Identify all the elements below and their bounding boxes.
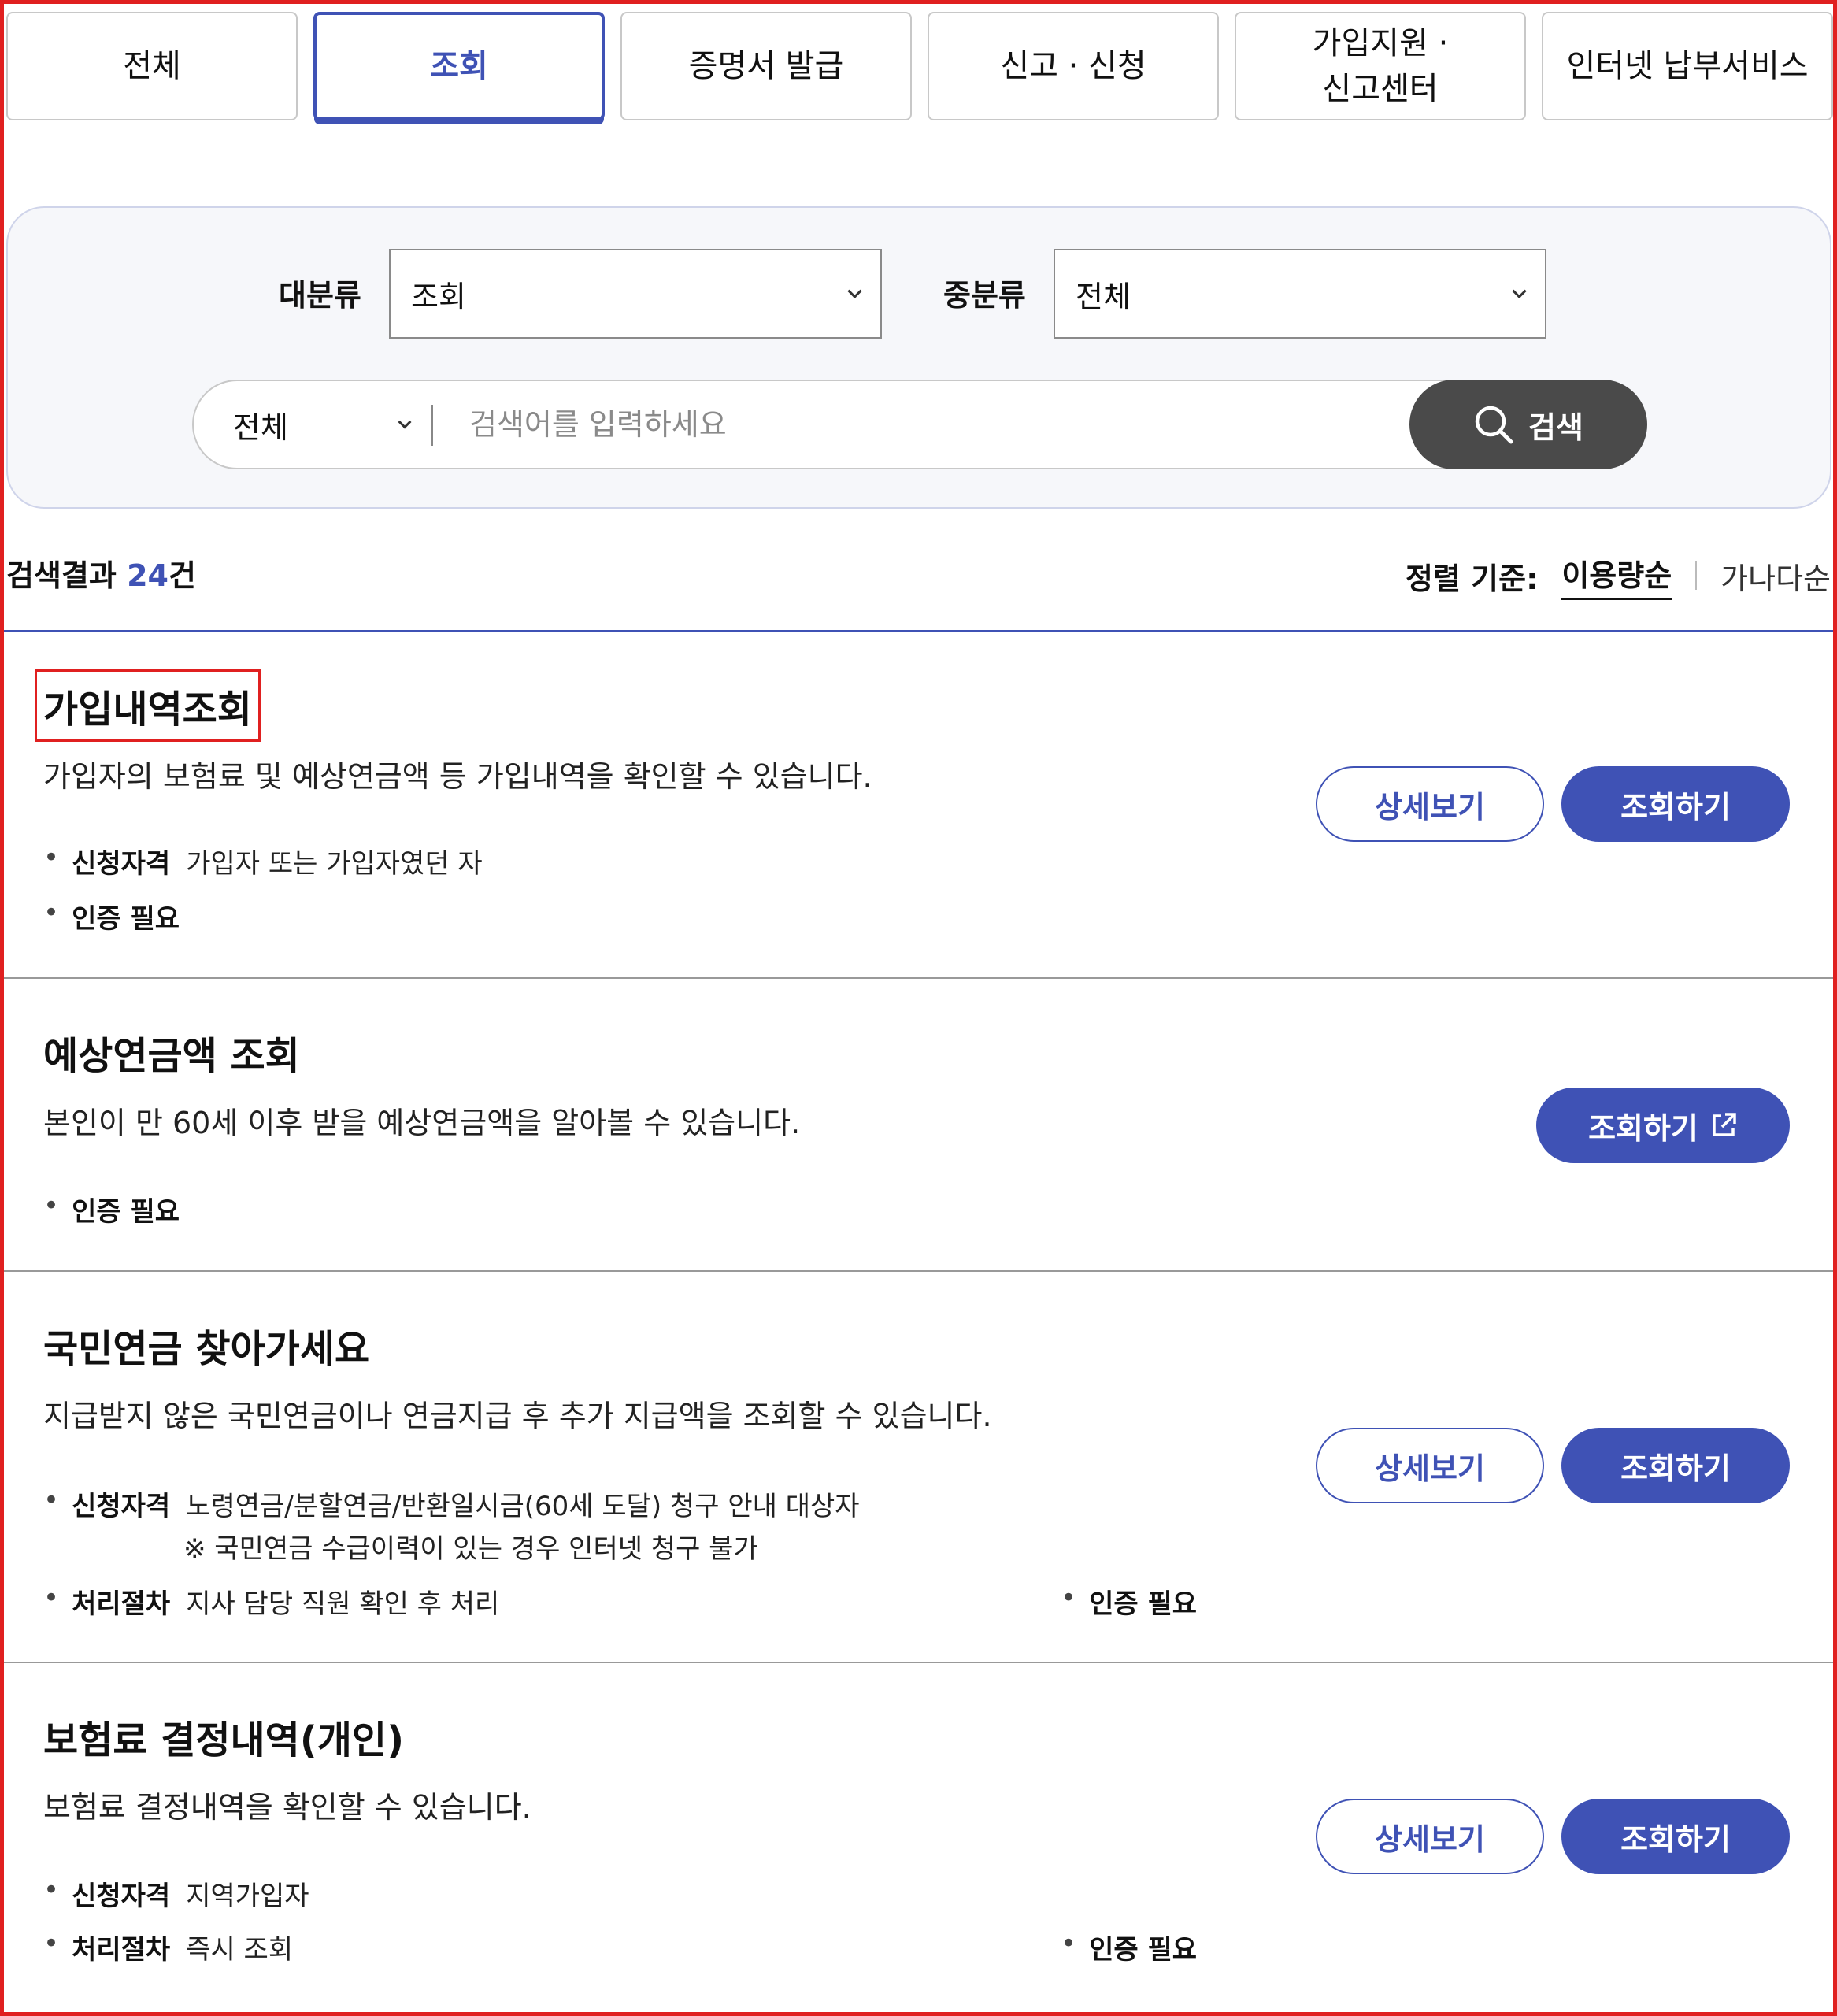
eligibility-value: 가입자 또는 가입자였던 자 (186, 848, 483, 880)
chevron-down-icon (398, 415, 412, 429)
major-category-label: 대분류 (279, 278, 361, 313)
sort-by-name[interactable]: 가나다순 (1720, 554, 1831, 598)
item-title: 국민연금 찾아가세요 (43, 1327, 370, 1371)
search-scope-value: 전체 (233, 410, 288, 445)
minor-category-value: 전체 (1076, 279, 1131, 314)
major-category-select[interactable]: 조회 (389, 249, 882, 339)
item-title: 보험료 결정내역(개인) (43, 1718, 405, 1762)
tab-report-apply[interactable]: 신고 · 신청 (928, 12, 1219, 120)
item-eligibility: 신청자격 가입자 또는 가입자였던 자 (43, 842, 483, 880)
category-tabs: 전체 조회 증명서 발급 신고 · 신청 가입지원 · 신고센터 인터넷 납부서… (6, 12, 1833, 120)
filter-panel: 대분류 조회 중분류 전체 전체 검색 (6, 206, 1831, 509)
procedure-key: 처리절차 (72, 1588, 171, 1620)
tab-internet-payment[interactable]: 인터넷 납부서비스 (1542, 12, 1833, 120)
query-button-label: 조회하기 (1588, 1110, 1698, 1146)
query-button[interactable]: 조회하기 (1561, 1799, 1790, 1874)
procedure-key: 처리절차 (72, 1934, 171, 1966)
auth-required: 인증 필요 (1089, 1588, 1198, 1620)
search-scope-select[interactable]: 전체 (233, 381, 288, 468)
chevron-down-icon (1512, 284, 1527, 298)
sort-options: 정렬 기준: 이용량순 가나다순 (1406, 551, 1831, 600)
auth-required: 인증 필요 (72, 1196, 180, 1228)
search-bar: 전체 검색 (192, 380, 1647, 469)
eligibility-value: 지역가입자 (186, 1881, 309, 1912)
search-icon (1475, 406, 1513, 444)
list-item: 국민연금 찾아가세요 지급받지 않은 국민연금이나 연금지급 후 추가 지급액을… (4, 1272, 1833, 1663)
eligibility-key: 신청자격 (72, 1881, 171, 1912)
item-eligibility: 신청자격 노령연금/분할연금/반환일시금(60세 도달) 청구 안내 대상자 (43, 1484, 860, 1523)
eligibility-key: 신청자격 (72, 848, 171, 880)
item-description: 본인이 만 60세 이후 받을 예상연금액을 알아볼 수 있습니다. (43, 1106, 801, 1140)
eligibility-value: 노령연금/분할연금/반환일시금(60세 도달) 청구 안내 대상자 (186, 1491, 860, 1522)
item-description: 보험료 결정내역을 확인할 수 있습니다. (43, 1790, 531, 1825)
item-auth: 인증 필요 (1061, 1582, 1213, 1621)
procedure-value: 지사 담당 직원 확인 후 처리 (186, 1588, 500, 1620)
minor-category-label: 중분류 (943, 278, 1026, 313)
query-button[interactable]: 조회하기 (1561, 1428, 1790, 1503)
item-description: 가입자의 보험료 및 예상연금액 등 가입내역을 확인할 수 있습니다. (43, 759, 872, 794)
result-count-number: 24 (127, 558, 169, 593)
auth-required: 인증 필요 (1089, 1934, 1198, 1966)
query-button[interactable]: 조회하기 (1561, 766, 1790, 842)
item-title: 가입내역조회 (35, 669, 261, 742)
chevron-down-icon (847, 284, 862, 298)
list-item: 예상연금액 조회 본인이 만 60세 이후 받을 예상연금액을 알아볼 수 있습… (4, 979, 1833, 1272)
item-procedure: 처리절차 즉시 조회 (43, 1928, 293, 1966)
tab-join-support[interactable]: 가입지원 · 신고센터 (1235, 12, 1526, 120)
list-item: 보험료 결정내역(개인) 보험료 결정내역을 확인할 수 있습니다. 신청자격 … (4, 1663, 1833, 2010)
item-description: 지급받지 않은 국민연금이나 연금지급 후 추가 지급액을 조회할 수 있습니다… (43, 1399, 992, 1433)
item-auth: 인증 필요 (43, 897, 195, 936)
external-link-icon (1713, 1113, 1736, 1136)
detail-button[interactable]: 상세보기 (1316, 1799, 1544, 1874)
divider (1695, 561, 1698, 590)
eligibility-key: 신청자격 (72, 1491, 171, 1522)
detail-button[interactable]: 상세보기 (1316, 1428, 1544, 1503)
procedure-value: 즉시 조회 (186, 1934, 294, 1966)
sort-by-usage[interactable]: 이용량순 (1561, 551, 1672, 600)
auth-required: 인증 필요 (72, 903, 180, 935)
divider (431, 405, 433, 446)
result-count-prefix: 검색결과 (6, 558, 128, 593)
search-button[interactable]: 검색 (1409, 380, 1647, 469)
minor-category-select[interactable]: 전체 (1054, 249, 1546, 339)
tab-inquiry[interactable]: 조회 (313, 12, 605, 120)
item-auth: 인증 필요 (43, 1190, 195, 1228)
detail-button[interactable]: 상세보기 (1316, 766, 1544, 842)
tab-all[interactable]: 전체 (6, 12, 298, 120)
item-title: 예상연금액 조회 (43, 1034, 300, 1078)
result-count: 검색결과 24건 (6, 551, 196, 595)
item-note: ※ 국민연금 수급이력이 있는 경우 인터넷 청구 불가 (183, 1533, 758, 1565)
result-count-suffix: 건 (168, 558, 196, 593)
sort-label: 정렬 기준: (1406, 561, 1539, 596)
tab-certificate[interactable]: 증명서 발급 (620, 12, 912, 120)
query-external-button[interactable]: 조회하기 (1536, 1088, 1790, 1163)
item-auth: 인증 필요 (1061, 1928, 1213, 1966)
search-input[interactable] (469, 398, 1572, 450)
item-procedure: 처리절차 지사 담당 직원 확인 후 처리 (43, 1582, 499, 1621)
major-category-value: 조회 (411, 279, 466, 314)
item-eligibility: 신청자격 지역가입자 (43, 1874, 309, 1913)
search-button-label: 검색 (1528, 410, 1583, 445)
list-item: 가입내역조회 가입자의 보험료 및 예상연금액 등 가입내역을 확인할 수 있습… (4, 632, 1833, 979)
